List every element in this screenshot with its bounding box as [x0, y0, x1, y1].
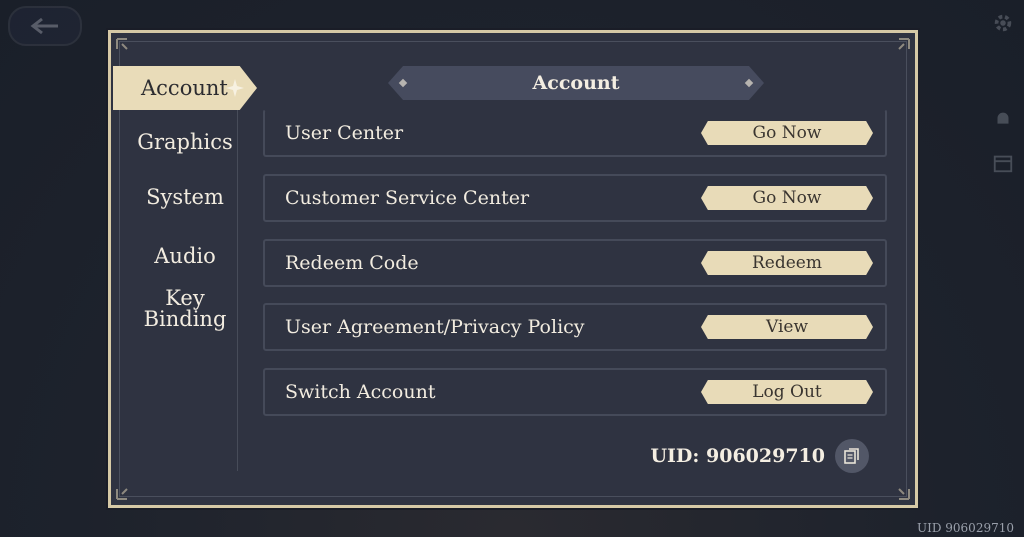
row-label: User Agreement/Privacy Policy: [285, 316, 585, 338]
bell-icon: [997, 112, 1009, 126]
settings-panel: Account Graphics System Audio Key Bindin…: [108, 30, 918, 508]
row-label: Switch Account: [285, 381, 436, 403]
go-now-button[interactable]: Go Now: [701, 186, 873, 210]
back-button[interactable]: [8, 6, 82, 46]
sidebar-item-label: Graphics: [137, 130, 233, 154]
sidebar-item-graphics[interactable]: Graphics: [121, 130, 249, 154]
row-redeem-code: Redeem Code Redeem: [263, 239, 887, 287]
sidebar-item-system[interactable]: System: [121, 185, 249, 209]
corner-ornament: [113, 477, 139, 503]
row-user-center: User Center Go Now: [263, 109, 887, 157]
gear-icon: [994, 14, 1012, 32]
redeem-button[interactable]: Redeem: [701, 251, 873, 275]
corner-ornament: [887, 35, 913, 61]
row-switch-account: Switch Account Log Out: [263, 368, 887, 416]
copy-icon: [844, 448, 859, 464]
panel-title-text: Account: [532, 72, 620, 94]
panel-title: Account: [388, 66, 764, 100]
sidebar-item-audio[interactable]: Audio: [121, 244, 249, 268]
row-label: Redeem Code: [285, 252, 419, 274]
sidebar-item-account[interactable]: Account: [113, 66, 257, 110]
sidebar-item-label: System: [146, 185, 224, 209]
view-button[interactable]: View: [701, 315, 873, 339]
back-arrow-icon: [30, 17, 58, 35]
calendar-icon: [993, 155, 1013, 173]
background-uid: UID 906029710: [916, 521, 1014, 535]
row-user-agreement: User Agreement/Privacy Policy View: [263, 303, 887, 351]
corner-ornament: [887, 477, 913, 503]
sidebar-item-key-binding[interactable]: Key Binding: [121, 288, 249, 330]
row-label: Customer Service Center: [285, 187, 530, 209]
row-label: User Center: [285, 122, 404, 144]
banner-ornament: [398, 78, 408, 88]
sparkle-icon: [226, 79, 244, 97]
sidebar-item-label: Audio: [154, 244, 216, 268]
sidebar-item-label: Key Binding: [143, 286, 227, 331]
sidebar-item-label: Account: [141, 76, 228, 100]
copy-uid-button[interactable]: [835, 439, 869, 473]
corner-ornament: [113, 35, 139, 61]
go-now-button[interactable]: Go Now: [701, 121, 873, 145]
uid-label: UID: 906029710: [650, 445, 825, 467]
row-customer-service: Customer Service Center Go Now: [263, 174, 887, 222]
banner-ornament: [744, 78, 754, 88]
log-out-button[interactable]: Log Out: [701, 380, 873, 404]
